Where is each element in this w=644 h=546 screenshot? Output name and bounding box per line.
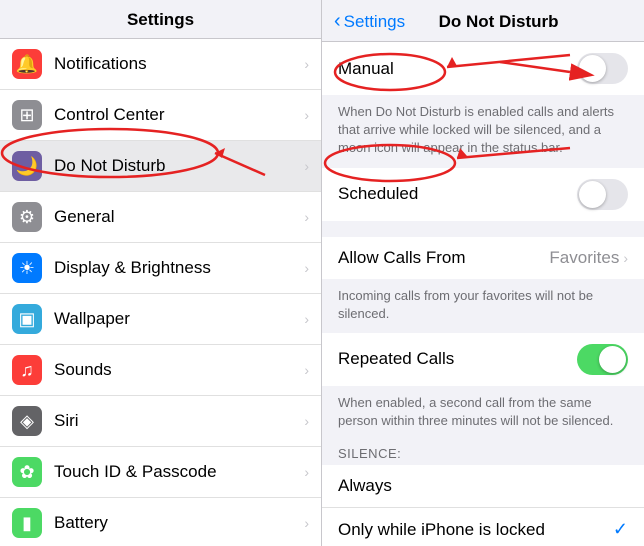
sidebar-item-chevron-wallpaper: › (304, 311, 309, 327)
repeated-calls-row[interactable]: Repeated Calls (322, 333, 644, 386)
settings-sidebar: Settings 🔔Notifications›⊞Control Center›… (0, 0, 322, 546)
sidebar-item-label-notifications: Notifications (54, 54, 304, 74)
manual-section: Manual (322, 42, 644, 95)
sidebar-item-label-battery: Battery (54, 513, 304, 533)
locked-checkmark-icon: ✓ (613, 519, 628, 540)
sidebar-item-display-brightness[interactable]: ☀ Display & Brightness› (0, 243, 321, 294)
scheduled-row[interactable]: Scheduled (322, 168, 644, 221)
wallpaper-icon: ▣ (12, 304, 42, 334)
sidebar-item-chevron-control-center: › (304, 107, 309, 123)
silence-label: SILENCE: (322, 440, 644, 465)
sidebar-item-label-display-brightness: Display & Brightness (54, 258, 304, 278)
scheduled-toggle[interactable] (577, 179, 628, 210)
sidebar-item-label-do-not-disturb: Do Not Disturb (54, 156, 304, 176)
sidebar-item-chevron-general: › (304, 209, 309, 225)
scheduled-section: Scheduled (322, 168, 644, 221)
gap1 (322, 221, 644, 237)
sidebar-item-label-siri: Siri (54, 411, 304, 431)
manual-row[interactable]: Manual (322, 42, 644, 95)
sidebar-item-label-general: General (54, 207, 304, 227)
repeated-calls-section: Repeated Calls (322, 333, 644, 386)
control-center-icon: ⊞ (12, 100, 42, 130)
manual-desc-section: When Do Not Disturb is enabled calls and… (322, 95, 644, 168)
repeated-calls-toggle[interactable] (577, 344, 628, 375)
sidebar-item-sounds[interactable]: ♫ Sounds› (0, 345, 321, 396)
settings-list: 🔔Notifications›⊞Control Center›🌙Do Not D… (0, 39, 321, 546)
right-content: Manual When Do Not Disturb is enabled ca… (322, 42, 644, 546)
touch-id-icon: ✿ (12, 457, 42, 487)
manual-toggle[interactable] (577, 53, 628, 84)
display-brightness-icon: ☀ (12, 253, 42, 283)
sidebar-item-label-control-center: Control Center (54, 105, 304, 125)
sidebar-item-label-sounds: Sounds (54, 360, 304, 380)
left-header: Settings (0, 0, 321, 39)
always-row[interactable]: Always (322, 465, 644, 508)
do-not-disturb-icon: 🌙 (12, 151, 42, 181)
page-title: Do Not Disturb (365, 12, 632, 32)
battery-icon: ▮ (12, 508, 42, 538)
manual-desc: When Do Not Disturb is enabled calls and… (338, 103, 628, 158)
notifications-icon: 🔔 (12, 49, 42, 79)
sidebar-item-chevron-battery: › (304, 515, 309, 531)
sidebar-item-chevron-notifications: › (304, 56, 309, 72)
allow-calls-value: Favorites (549, 248, 619, 268)
sidebar-item-siri[interactable]: ◈ Siri› (0, 396, 321, 447)
sidebar-item-chevron-siri: › (304, 413, 309, 429)
locked-row[interactable]: Only while iPhone is locked ✓ (322, 508, 644, 546)
do-not-disturb-panel: ‹ Settings Do Not Disturb Manual When Do… (322, 0, 644, 546)
sidebar-item-general[interactable]: ⚙ General› (0, 192, 321, 243)
silence-section: Always Only while iPhone is locked ✓ (322, 465, 644, 546)
sidebar-item-chevron-display-brightness: › (304, 260, 309, 276)
locked-label: Only while iPhone is locked (338, 520, 613, 540)
scheduled-toggle-knob (579, 181, 606, 208)
sidebar-item-wallpaper[interactable]: ▣ Wallpaper› (0, 294, 321, 345)
sidebar-item-notifications[interactable]: 🔔 Notifications› (0, 39, 321, 90)
scheduled-label: Scheduled (338, 184, 577, 204)
repeated-calls-toggle-knob (599, 346, 626, 373)
sidebar-item-chevron-sounds: › (304, 362, 309, 378)
sidebar-item-do-not-disturb[interactable]: 🌙 Do Not Disturb› (0, 141, 321, 192)
sidebar-item-battery[interactable]: ▮ Battery› (0, 498, 321, 546)
sidebar-item-touch-id[interactable]: ✿ Touch ID & Passcode› (0, 447, 321, 498)
general-icon: ⚙ (12, 202, 42, 232)
allow-calls-row[interactable]: Allow Calls From Favorites › (322, 237, 644, 279)
allow-calls-section: Allow Calls From Favorites › (322, 237, 644, 279)
allow-calls-desc-section: Incoming calls from your favorites will … (322, 279, 644, 333)
allow-calls-desc: Incoming calls from your favorites will … (338, 287, 628, 323)
allow-calls-chevron-icon: › (623, 250, 628, 266)
sidebar-item-label-touch-id: Touch ID & Passcode (54, 462, 304, 482)
sidebar-item-label-wallpaper: Wallpaper (54, 309, 304, 329)
repeated-calls-label: Repeated Calls (338, 349, 577, 369)
repeated-calls-desc: When enabled, a second call from the sam… (338, 394, 628, 430)
always-label: Always (338, 476, 628, 496)
siri-icon: ◈ (12, 406, 42, 436)
right-header: ‹ Settings Do Not Disturb (322, 0, 644, 42)
sidebar-item-chevron-do-not-disturb: › (304, 158, 309, 174)
allow-calls-label: Allow Calls From (338, 248, 549, 268)
sounds-icon: ♫ (12, 355, 42, 385)
repeated-calls-desc-section: When enabled, a second call from the sam… (322, 386, 644, 440)
sidebar-item-chevron-touch-id: › (304, 464, 309, 480)
sidebar-item-control-center[interactable]: ⊞ Control Center› (0, 90, 321, 141)
left-title: Settings (127, 10, 194, 29)
back-chevron-icon: ‹ (334, 10, 341, 33)
manual-label: Manual (338, 59, 577, 79)
manual-toggle-knob (579, 55, 606, 82)
